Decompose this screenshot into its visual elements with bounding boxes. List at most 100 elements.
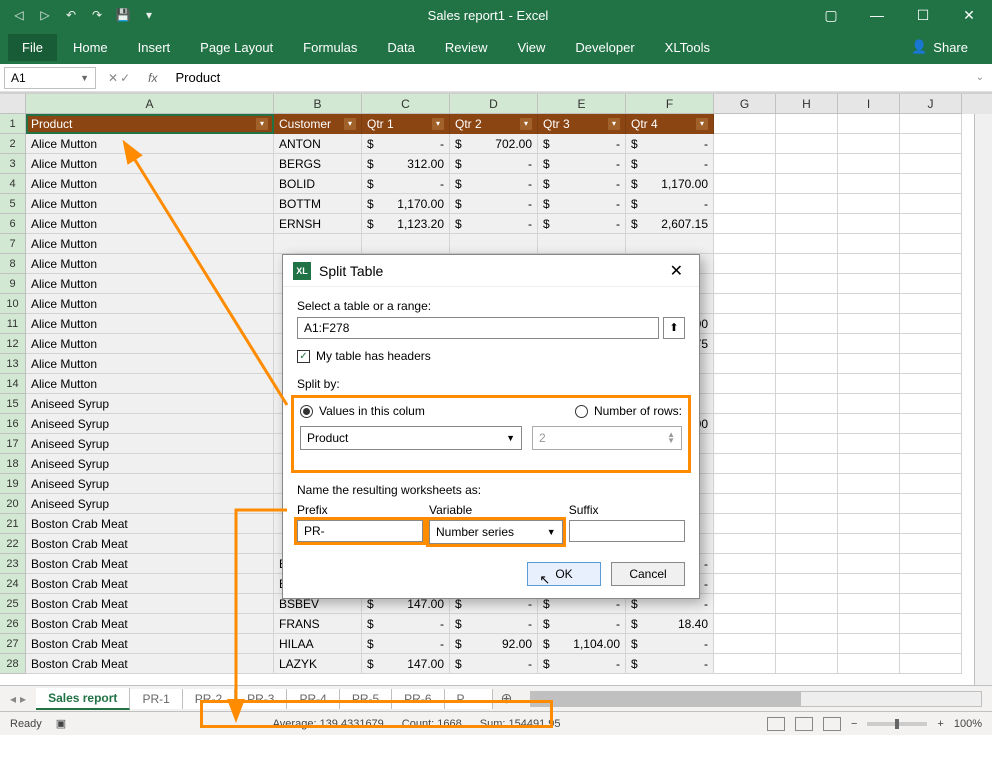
- cell[interactable]: [900, 514, 962, 534]
- has-headers-checkbox[interactable]: ✓ My table has headers: [297, 349, 685, 363]
- row-header[interactable]: 10: [0, 294, 26, 314]
- sheet-tab[interactable]: PR-3: [235, 689, 287, 709]
- cell[interactable]: [838, 554, 900, 574]
- ribbon-options-icon[interactable]: ▢: [808, 0, 854, 30]
- table-header-cell[interactable]: Qtr 1▾: [362, 114, 450, 134]
- rows-spinner[interactable]: 2▲▼: [532, 426, 682, 450]
- cell[interactable]: $-: [450, 654, 538, 674]
- fx-icon[interactable]: fx: [138, 71, 167, 85]
- cell[interactable]: [714, 434, 776, 454]
- range-input[interactable]: A1:F278: [297, 317, 659, 339]
- cell[interactable]: [714, 274, 776, 294]
- row-header[interactable]: 3: [0, 154, 26, 174]
- cell[interactable]: LAZYK: [274, 654, 362, 674]
- sheet-tab[interactable]: PR-2: [183, 689, 235, 709]
- cell[interactable]: [900, 354, 962, 374]
- cell[interactable]: [776, 494, 838, 514]
- cell[interactable]: [776, 414, 838, 434]
- cell[interactable]: [538, 234, 626, 254]
- cell[interactable]: [838, 214, 900, 234]
- row-header[interactable]: 27: [0, 634, 26, 654]
- cell[interactable]: Alice Mutton: [26, 354, 274, 374]
- qat-dropdown-icon[interactable]: ▾: [140, 6, 158, 24]
- cell[interactable]: [714, 594, 776, 614]
- zoom-out-icon[interactable]: −: [851, 718, 857, 730]
- column-header[interactable]: E: [538, 94, 626, 114]
- cell[interactable]: Boston Crab Meat: [26, 654, 274, 674]
- cell[interactable]: Boston Crab Meat: [26, 634, 274, 654]
- cell[interactable]: [776, 234, 838, 254]
- filter-dropdown-icon[interactable]: ▾: [608, 118, 620, 130]
- column-header[interactable]: I: [838, 94, 900, 114]
- row-header[interactable]: 18: [0, 454, 26, 474]
- cell[interactable]: [776, 194, 838, 214]
- row-header[interactable]: 16: [0, 414, 26, 434]
- table-header-cell[interactable]: Product▾: [26, 114, 274, 134]
- row-header[interactable]: 17: [0, 434, 26, 454]
- cell[interactable]: $18.40: [626, 614, 714, 634]
- minimize-icon[interactable]: —: [854, 0, 900, 30]
- cell[interactable]: BERGS: [274, 154, 362, 174]
- cell[interactable]: $1,123.20: [362, 214, 450, 234]
- cell[interactable]: ANTON: [274, 134, 362, 154]
- cell[interactable]: [776, 154, 838, 174]
- share-button[interactable]: 👤 Share: [895, 39, 984, 55]
- column-header[interactable]: A: [26, 94, 274, 114]
- cell[interactable]: [838, 354, 900, 374]
- vertical-scrollbar[interactable]: [974, 114, 992, 685]
- cell[interactable]: [838, 414, 900, 434]
- dialog-close-icon[interactable]: ✕: [664, 261, 689, 281]
- row-header[interactable]: 14: [0, 374, 26, 394]
- variable-combo[interactable]: Number series▼: [429, 520, 563, 544]
- cell[interactable]: [776, 314, 838, 334]
- cell[interactable]: [776, 434, 838, 454]
- cell[interactable]: [776, 254, 838, 274]
- cell[interactable]: [714, 354, 776, 374]
- cell[interactable]: [900, 254, 962, 274]
- row-header[interactable]: 5: [0, 194, 26, 214]
- table-header-cell[interactable]: Customer▾: [274, 114, 362, 134]
- cell[interactable]: [714, 654, 776, 674]
- cell[interactable]: [714, 554, 776, 574]
- cell[interactable]: [714, 334, 776, 354]
- cell[interactable]: [900, 234, 962, 254]
- table-header-cell[interactable]: Qtr 2▾: [450, 114, 538, 134]
- cell[interactable]: [714, 514, 776, 534]
- ribbon-tab-formulas[interactable]: Formulas: [289, 34, 371, 61]
- cell[interactable]: [838, 374, 900, 394]
- view-break-icon[interactable]: [823, 717, 841, 731]
- cell[interactable]: $-: [450, 194, 538, 214]
- row-header[interactable]: 15: [0, 394, 26, 414]
- filter-dropdown-icon[interactable]: ▾: [432, 118, 444, 130]
- cell[interactable]: Alice Mutton: [26, 254, 274, 274]
- undo-icon[interactable]: ↶: [62, 6, 80, 24]
- cell[interactable]: [900, 134, 962, 154]
- cell[interactable]: [776, 274, 838, 294]
- cell[interactable]: Aniseed Syrup: [26, 394, 274, 414]
- cell[interactable]: $-: [538, 194, 626, 214]
- select-all-corner[interactable]: [0, 94, 26, 114]
- cell[interactable]: BOTTM: [274, 194, 362, 214]
- cell[interactable]: [776, 454, 838, 474]
- row-header[interactable]: 23: [0, 554, 26, 574]
- close-window-icon[interactable]: ✕: [946, 0, 992, 30]
- cell[interactable]: [714, 534, 776, 554]
- cell[interactable]: [714, 114, 776, 134]
- cell[interactable]: [626, 234, 714, 254]
- redo-icon[interactable]: ↷: [88, 6, 106, 24]
- cell[interactable]: $-: [362, 614, 450, 634]
- cell[interactable]: [900, 154, 962, 174]
- cell[interactable]: [900, 474, 962, 494]
- zoom-in-icon[interactable]: +: [937, 718, 943, 730]
- cell[interactable]: [776, 114, 838, 134]
- cell[interactable]: $92.00: [450, 634, 538, 654]
- cell[interactable]: [838, 154, 900, 174]
- cell[interactable]: [838, 294, 900, 314]
- sheet-nav-prev-icon[interactable]: ◂: [10, 692, 16, 706]
- cell[interactable]: [274, 234, 362, 254]
- cell[interactable]: $-: [538, 134, 626, 154]
- cell[interactable]: $-: [450, 614, 538, 634]
- cell[interactable]: $-: [362, 174, 450, 194]
- row-header[interactable]: 19: [0, 474, 26, 494]
- ribbon-tab-developer[interactable]: Developer: [561, 34, 648, 61]
